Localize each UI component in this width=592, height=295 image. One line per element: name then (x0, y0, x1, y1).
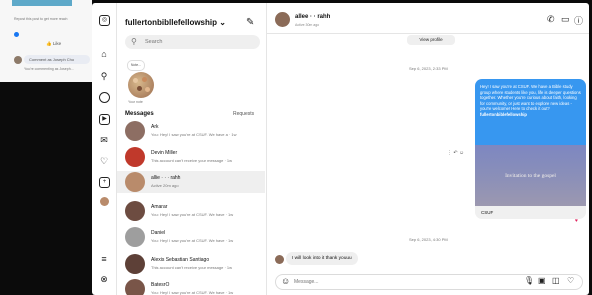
messages-icon[interactable]: ✉ (98, 134, 110, 146)
conversation-avatar (125, 279, 145, 295)
message-timestamp: Sep 6, 2023, 2:33 PM (409, 66, 448, 71)
chat-contact-name[interactable]: allee · · rahh (295, 14, 330, 20)
background-facebook-panel: Repost this post to get more reach 👍 Lik… (0, 0, 92, 82)
conversation-item[interactable]: Daniel You: Hey! I saw you're at CSUF. W… (117, 226, 265, 248)
received-message-bubble[interactable]: I will look into it thank youuu (286, 252, 358, 265)
view-profile-button[interactable]: View profile (407, 35, 455, 45)
chat-active-status: Active 30m ago (295, 23, 320, 27)
commenter-avatar (14, 56, 22, 64)
create-icon[interactable]: + (99, 177, 110, 188)
conversation-avatar (125, 227, 145, 247)
message-input[interactable] (294, 275, 494, 289)
repost-hint: Repost this post to get more reach (14, 17, 68, 21)
image-icon[interactable]: ▣ (538, 276, 546, 285)
reaction-icon (14, 32, 19, 37)
conversation-preview: Active 20m ago (151, 183, 179, 188)
conversation-avatar (125, 121, 145, 141)
heart-icon[interactable]: ♡ (567, 276, 574, 285)
instagram-icon[interactable]: ◎ (99, 15, 110, 26)
conversation-item[interactable]: Ark You: Hey! I saw you're at CSUF. We h… (117, 120, 265, 142)
profile-icon[interactable] (100, 197, 109, 206)
phone-icon[interactable]: ✆ (547, 14, 555, 25)
conversation-preview: You: Hey! I saw you're at CSUF. We have … (151, 290, 234, 295)
search-input[interactable] (145, 35, 255, 49)
messages-header: Messages (125, 111, 154, 117)
shared-post-caption: Invitation to the gospel (505, 173, 556, 179)
menu-icon[interactable]: ≡ (98, 253, 110, 265)
conversation-item-active[interactable]: allie · · · rahh Active 20m ago (117, 171, 265, 193)
message-timestamp: Sep 6, 2023, 4:30 PM (409, 237, 448, 242)
sent-message-bubble[interactable]: Hey! I saw you're at CSUF. We have a Bib… (475, 79, 586, 145)
reels-icon[interactable]: ▶ (99, 114, 110, 125)
compose-icon[interactable]: ✎ (246, 17, 254, 28)
comment-input[interactable]: Comment as Joseph Cho (24, 55, 90, 64)
nav-rail: ◎ ⌂ ⚲ ▶ ✉ ♡ + ≡ ⊗ (92, 3, 117, 295)
info-icon[interactable]: ⓘ (574, 14, 583, 27)
commenting-note: You're commenting as Joseph... (24, 67, 74, 71)
message-actions[interactable]: ⋮ ↶ ☺ (447, 150, 464, 156)
chat-avatar[interactable] (275, 12, 290, 27)
mic-icon[interactable]: 🎙 (524, 276, 534, 285)
chat-header: allee · · rahh Active 30m ago ✆ ▭ ⓘ (267, 3, 589, 34)
conversation-avatar (125, 147, 145, 167)
search-icon[interactable]: ⚲ (98, 70, 110, 82)
conversation-item[interactable]: BatesrO You: Hey! I saw you're at CSUF. … (117, 278, 265, 295)
requests-link[interactable]: Requests (233, 111, 254, 117)
note-avatar[interactable] (128, 72, 154, 98)
account-switcher[interactable]: fullertonbibllefellowship ⌄ (125, 18, 226, 27)
search-field-icon: ⚲ (131, 37, 137, 46)
conversation-avatar (125, 172, 145, 192)
heart-reaction-icon: ♥ (575, 218, 578, 224)
conversation-avatar (125, 254, 145, 274)
conversation-item[interactable]: Devin Miller This account can't receive … (117, 146, 265, 168)
heart-icon[interactable]: ♡ (98, 155, 110, 167)
video-icon[interactable]: ▭ (561, 14, 570, 25)
home-icon[interactable]: ⌂ (98, 48, 110, 60)
conversation-preview: This account can't receive your message … (151, 158, 233, 163)
emoji-icon[interactable]: ☺ (281, 276, 290, 286)
conversation-item[interactable]: Alexis Sebastian Santiago This account c… (117, 253, 265, 275)
explore-icon[interactable] (99, 92, 110, 103)
conversation-preview: You: Hey! I saw you're at CSUF. We have … (151, 238, 234, 243)
background-header-strip (12, 0, 72, 6)
conversation-name: BatesrO (151, 282, 170, 288)
note-label: Your note (128, 100, 143, 104)
shared-post-image[interactable]: Invitation to the gospel (475, 145, 586, 206)
message-composer[interactable]: ☺ 🎙 ▣ ◫ ♡ (275, 274, 583, 290)
conversation-name: Daniel (151, 230, 166, 236)
conversation-preview: You: Hey! I saw you're at CSUF. We have … (151, 132, 237, 137)
conversation-name: Ark (151, 124, 159, 130)
instagram-app: ◎ ⌂ ⚲ ▶ ✉ ♡ + ≡ ⊗ fullertonbibllefellows… (92, 3, 589, 295)
conversation-name: Devin Miller (151, 150, 178, 156)
threads-icon[interactable]: ⊗ (98, 273, 110, 285)
search-box[interactable]: ⚲ (125, 35, 260, 49)
note-bubble[interactable]: Note... (127, 60, 145, 71)
sticker-icon[interactable]: ◫ (552, 276, 560, 285)
conversation-name: Alexis Sebastian Santiago (151, 257, 210, 263)
conversation-preview: This account can't receive your message … (151, 265, 233, 270)
conversation-name: allie · · · rahh (151, 175, 181, 181)
chat-panel: allee · · rahh Active 30m ago ✆ ▭ ⓘ View… (267, 3, 589, 295)
conversation-preview: You: Hey! I saw you're at CSUF. We have … (151, 212, 234, 217)
conversation-item[interactable]: Amarar You: Hey! I saw you're at CSUF. W… (117, 200, 265, 222)
sent-message-link[interactable]: fullertonbiblefellowship (480, 112, 527, 117)
conversation-avatar (125, 201, 145, 221)
conversation-name: Amarar (151, 204, 168, 210)
sent-message-text: Hey! I saw you're at CSUF. We have a Bib… (480, 84, 581, 111)
conversation-list-panel: fullertonbibllefellowship ⌄ ✎ ⚲ Note... … (117, 3, 267, 295)
shared-post-footer[interactable]: CSUF (475, 206, 586, 219)
like-button[interactable]: 👍 Like (46, 41, 61, 47)
received-avatar (275, 255, 284, 264)
